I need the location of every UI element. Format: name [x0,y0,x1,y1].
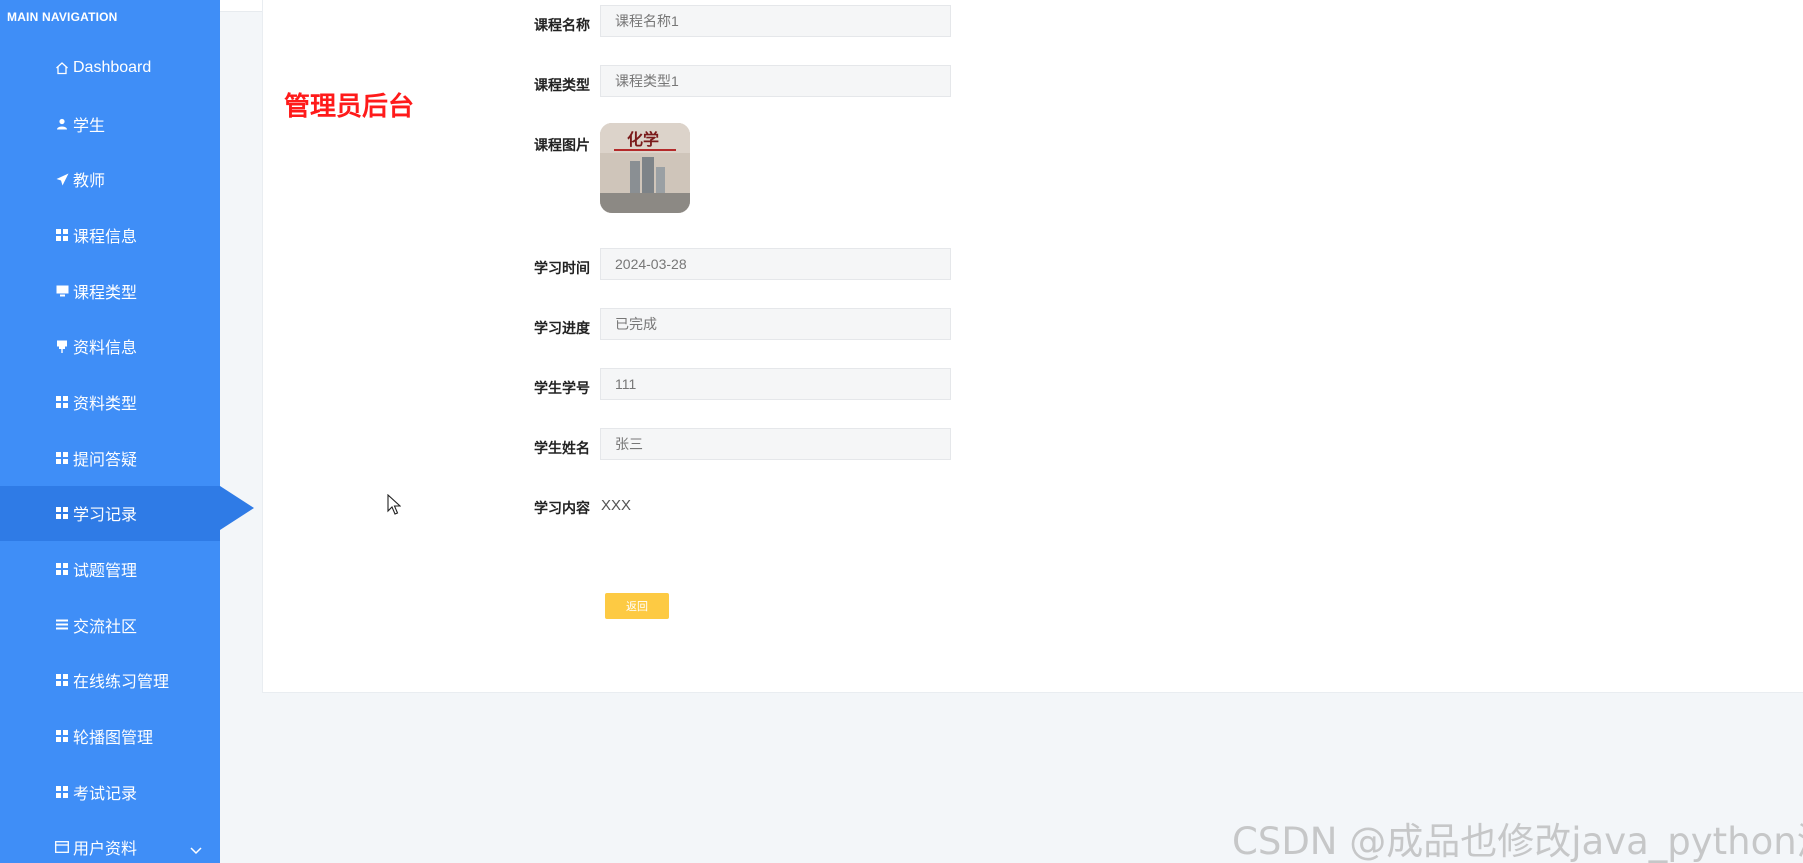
grid-icon [54,505,70,521]
sidebar-item-label: 课程信息 [73,228,138,246]
course-name-label: 课程名称 [534,17,590,33]
sidebar-item-label: Dashboard [73,58,152,76]
student-name-field[interactable]: 张三 [600,428,951,460]
sidebar: MAIN NAVIGATION Dashboard 学生 教师 课程信息 课程类… [0,0,254,863]
mouse-cursor-icon [387,493,402,516]
study-content-value: XXX [601,497,632,514]
sidebar-item-label: 教师 [73,173,106,191]
list-icon [54,617,70,633]
sidebar-item-label: 资料类型 [73,395,138,413]
course-image: 化学 [600,123,690,213]
chevron-down-icon[interactable] [190,842,202,855]
sidebar-item-label: 考试记录 [73,785,138,803]
sidebar-item-dashboard[interactable]: Dashboard [0,40,220,96]
nav-header: MAIN NAVIGATION [7,10,118,24]
study-time-field[interactable]: 2024-03-28 [600,248,951,280]
sidebar-item-carousel[interactable]: 轮播图管理 [0,708,220,764]
student-id-label: 学生学号 [534,380,590,396]
sidebar-item-online-practice[interactable]: 在线练习管理 [0,653,220,709]
grid-icon [54,394,70,410]
student-id-field[interactable]: 111 [600,368,951,400]
course-type-field[interactable]: 课程类型1 [600,65,951,97]
sidebar-item-label: 课程类型 [73,284,138,302]
detail-card [262,0,1803,693]
sidebar-item-material-info[interactable]: 资料信息 [0,318,220,374]
sidebar-item-label: 在线练习管理 [73,674,170,692]
grid-icon [54,450,70,466]
nav-list: Dashboard 学生 教师 课程信息 课程类型 资料信息 资料类型 提问答疑… [0,40,254,863]
back-button[interactable]: 返回 [605,593,669,619]
sidebar-item-label: 轮播图管理 [73,730,154,748]
sidebar-item-user-profile[interactable]: 用户资料 [0,820,220,863]
grid-icon [54,561,70,577]
course-type-label: 课程类型 [534,77,590,93]
sidebar-item-community[interactable]: 交流社区 [0,597,220,653]
sidebar-item-students[interactable]: 学生 [0,96,220,152]
pushpin-icon [54,338,70,354]
course-image-title: 化学 [627,130,659,149]
course-name-field[interactable]: 课程名称1 [600,5,951,37]
sidebar-item-material-type[interactable]: 资料类型 [0,374,220,430]
paper-plane-icon [54,171,70,187]
grid-icon [54,672,70,688]
sidebar-item-label: 资料信息 [73,340,138,358]
card-icon [54,839,70,855]
sidebar-item-study-record[interactable]: 学习记录 [0,485,254,542]
sidebar-item-label: 学习记录 [73,507,138,525]
monitor-icon [54,283,70,299]
sidebar-item-label: 试题管理 [73,563,138,581]
grid-icon [54,784,70,800]
sidebar-item-label: 提问答疑 [73,451,138,469]
sidebar-item-course-type[interactable]: 课程类型 [0,263,220,319]
study-progress-label: 学习进度 [534,320,590,336]
grid-icon [54,227,70,243]
sidebar-item-course-info[interactable]: 课程信息 [0,207,220,263]
sidebar-item-qa[interactable]: 提问答疑 [0,430,220,486]
app-root: MAIN NAVIGATION Dashboard 学生 教师 课程信息 课程类… [0,0,1803,863]
study-content-label: 学习内容 [534,500,590,516]
user-icon [54,116,70,132]
sidebar-item-question-bank[interactable]: 试题管理 [0,541,220,597]
study-progress-field[interactable]: 已完成 [600,308,951,340]
course-image-label: 课程图片 [534,137,590,153]
study-time-label: 学习时间 [534,260,590,276]
sidebar-item-label: 交流社区 [73,618,138,636]
page-title: 管理员后台 [284,91,415,121]
sidebar-item-teachers[interactable]: 教师 [0,151,220,207]
grid-icon [54,728,70,744]
home-icon [54,60,70,76]
watermark: CSDN @成品也修改java_python源码 [1232,820,1803,863]
sidebar-item-label: 学生 [73,117,106,135]
student-name-label: 学生姓名 [534,440,590,456]
sidebar-item-exam-record[interactable]: 考试记录 [0,764,220,820]
sidebar-item-label: 用户资料 [73,841,138,859]
